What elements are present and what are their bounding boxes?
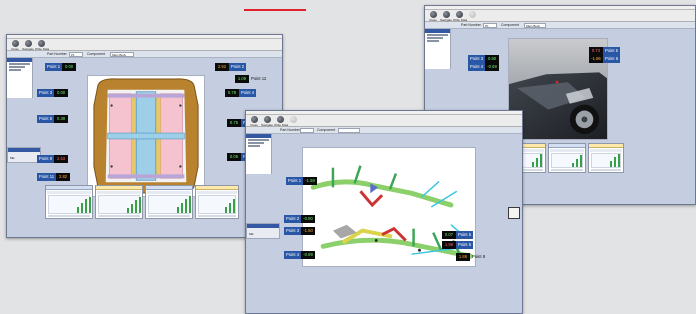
stats-panel <box>195 185 239 219</box>
point-label-9: Point 9 2.63 <box>37 155 69 163</box>
disabled-circle-icon <box>468 11 476 18</box>
point-label-4: 0.78 Point 4 <box>225 89 257 97</box>
point-label-3: Point 3 0.60 <box>468 55 500 63</box>
close-button[interactable]: Close <box>427 11 439 22</box>
stats-panel <box>145 185 193 219</box>
navigate-button[interactable]: Navigate <box>261 116 273 127</box>
window-left: Close Navigate Write Data Part Number P1… <box>6 34 283 238</box>
point-label-5: Point 5 0.39 <box>37 115 69 123</box>
write-data-button[interactable]: Write Data <box>453 11 467 22</box>
component-select[interactable]: Main Body <box>524 23 546 28</box>
point-label-5: 0.73 Point 5 <box>589 47 621 55</box>
write-data-circle-icon <box>37 40 45 47</box>
part-number-label: Part Number <box>47 52 67 56</box>
point-label-2: 2.92 Point 2 <box>215 63 247 71</box>
sidebar-tree <box>425 29 451 69</box>
part-number-select[interactable] <box>300 128 314 133</box>
component-select[interactable] <box>338 128 360 133</box>
side-panel: ME <box>7 147 41 163</box>
toolbar: Close Navigate Write Data <box>425 10 695 22</box>
toolbar: Close Navigate Write Data <box>7 39 282 51</box>
body-frame-image <box>88 76 204 196</box>
point-label-4: Point 4 -0.89 <box>284 251 316 259</box>
stats-panel <box>45 185 93 219</box>
write-data-circle-icon <box>455 11 463 18</box>
navigate-circle-icon <box>24 40 32 47</box>
point-label-3: Point 3 0.00 <box>37 89 69 97</box>
navigate-button[interactable]: Navigate <box>22 40 34 51</box>
close-button[interactable]: Close <box>248 116 260 127</box>
close-button[interactable]: Close <box>9 40 21 51</box>
stats-panel <box>548 143 586 173</box>
window-middle: Close Navigate Write Data Part Number Co… <box>245 110 523 314</box>
part-number-label: Part Number <box>280 128 300 132</box>
point-label-1: Point 1 0.00 <box>45 63 77 71</box>
component-select[interactable]: Main Body <box>110 52 134 57</box>
corner-widget[interactable] <box>508 207 520 219</box>
highlight-rule <box>244 9 306 11</box>
sidebar-tree <box>246 134 272 174</box>
point-label-1: Point 1 -1.58 <box>286 177 318 185</box>
close-circle-icon <box>11 40 19 47</box>
stats-panel <box>95 185 143 219</box>
side-panel-value: ME <box>10 156 15 160</box>
write-data-button[interactable]: Write Data <box>35 40 49 51</box>
disabled-circle-icon <box>289 116 297 123</box>
navigate-button[interactable]: Navigate <box>440 11 452 22</box>
close-circle-icon <box>429 11 437 18</box>
write-data-circle-icon <box>276 116 284 123</box>
point-label-11: Point 11 2.82 <box>37 173 71 181</box>
point-label-6: -1.86 Point 6 <box>589 55 621 63</box>
sidebar-tree <box>7 58 33 98</box>
filter-bar: Part Number Component <box>246 127 522 134</box>
navigate-circle-icon <box>263 116 271 123</box>
point-label-6: 1.98 Point 6 <box>442 241 474 249</box>
frame-rail-diagram <box>302 147 476 267</box>
car-body-diagram <box>87 75 205 197</box>
component-label: Component <box>501 23 520 27</box>
disabled-button <box>287 116 299 127</box>
component-label: Component <box>317 128 336 132</box>
part-number-label: Part Number <box>461 23 481 27</box>
point-label-12: 1.09 Point 12 <box>235 75 268 83</box>
close-circle-icon <box>250 116 258 123</box>
disabled-button <box>466 11 478 22</box>
point-label-5: 0.07 Point 5 <box>442 231 474 239</box>
point-label-4: Point 4 -0.69 <box>468 63 500 71</box>
filter-bar: Part Number P1 Component Main Body <box>7 51 282 58</box>
point-label-8: 1.86 Point 8 <box>456 253 487 261</box>
navigate-circle-icon <box>442 11 450 18</box>
filter-bar: Part Number P1 Component Main Body <box>425 22 695 29</box>
stats-panel <box>588 143 624 173</box>
point-label-2: Point 2 -0.80 <box>284 215 316 223</box>
part-number-select[interactable]: P1 <box>483 23 497 28</box>
point-label-3: Point 3 -1.50 <box>284 227 316 235</box>
component-label: Component <box>87 52 106 56</box>
side-panel: ME <box>246 223 280 239</box>
write-data-button[interactable]: Write Data <box>274 116 288 127</box>
part-number-select[interactable]: P1 <box>69 52 83 57</box>
side-panel-value: ME <box>249 232 254 236</box>
toolbar: Close Navigate Write Data <box>246 115 522 127</box>
